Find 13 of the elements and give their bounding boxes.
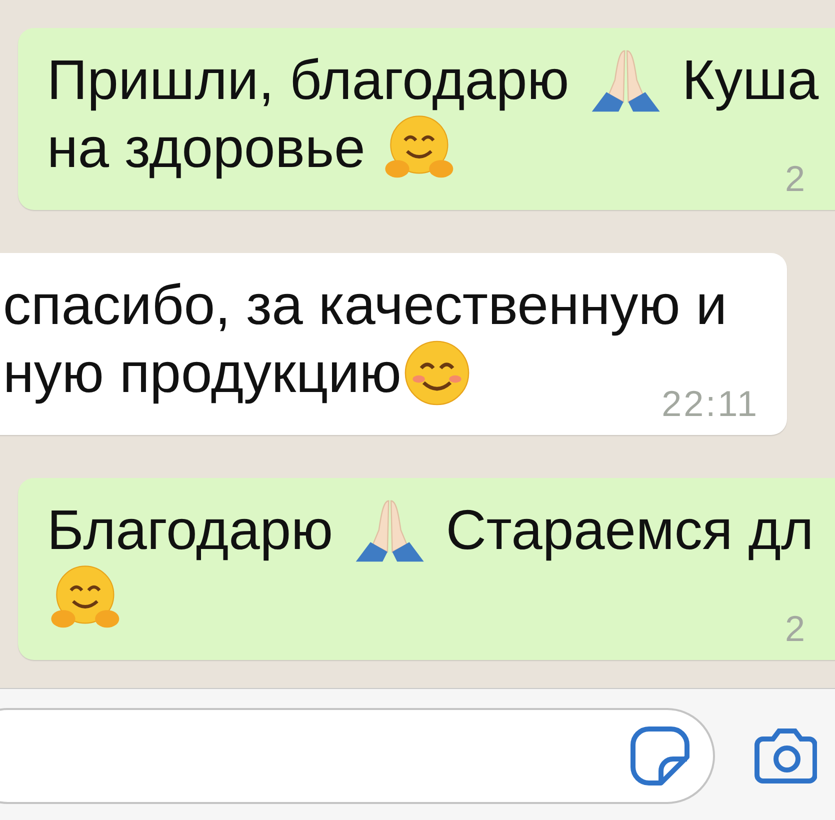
message-text: Куша xyxy=(680,48,819,112)
message-time: 2 xyxy=(784,612,807,646)
message-time: 22:11 xyxy=(662,387,759,421)
message-text: Благодарю xyxy=(47,498,334,562)
message-text: спасибо, за качественную и xyxy=(3,272,728,338)
smiling-face-icon xyxy=(403,339,472,407)
sticker-icon[interactable] xyxy=(629,724,691,786)
message-text: ную продукцию xyxy=(3,340,402,406)
message-input-field[interactable] xyxy=(0,708,715,804)
message-text: Пришли, благодарю xyxy=(47,48,570,112)
message-text: Стараемся дл xyxy=(444,498,814,562)
message-text: на здоровье xyxy=(47,116,366,180)
message-time: 2 xyxy=(784,162,807,196)
